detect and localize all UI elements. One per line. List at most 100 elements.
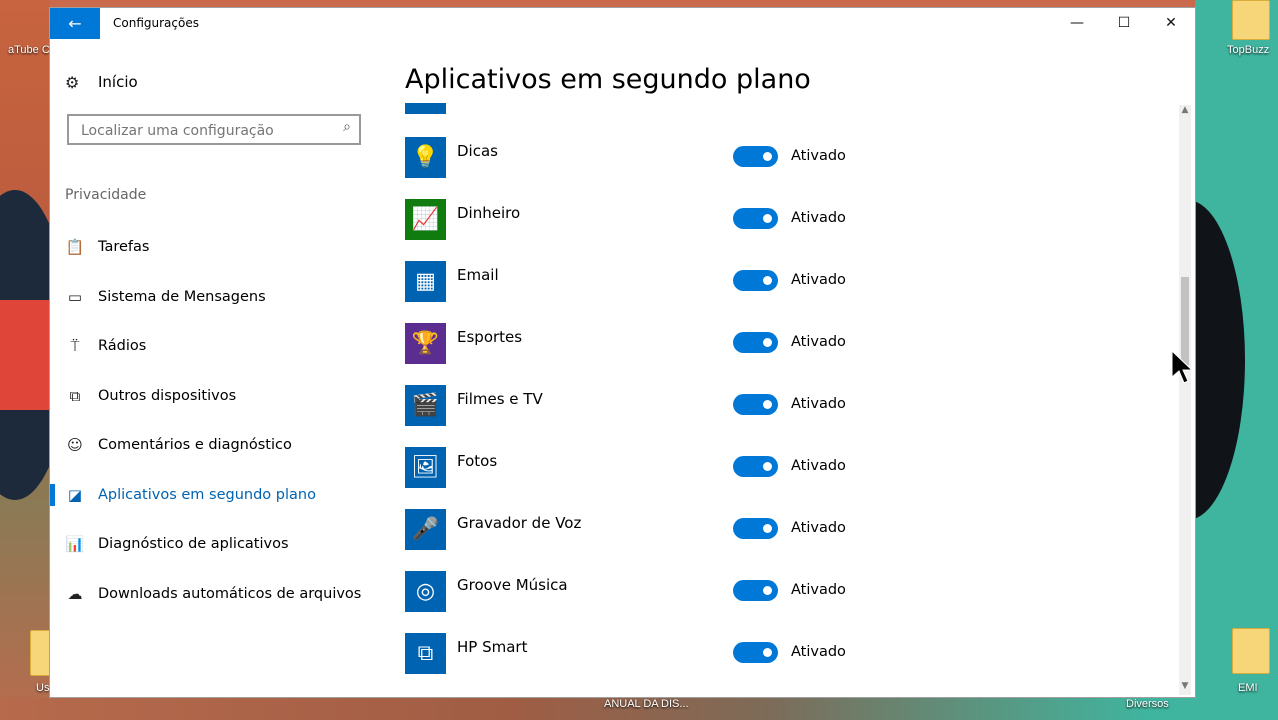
list-item: 🏆 Esportes Ativado — [405, 323, 1165, 373]
list-item: 🎤 Gravador de Voz Ativado — [405, 509, 1165, 559]
close-button[interactable]: ✕ — [1147, 8, 1195, 39]
desktop-folder-icon[interactable] — [1232, 0, 1270, 40]
scroll-up-icon[interactable]: ▲ — [1179, 105, 1191, 119]
app-name: Gravador de Voz — [457, 514, 582, 532]
sidebar-item-label: Downloads automáticos de arquivos — [98, 586, 362, 602]
toggle-switch[interactable] — [733, 394, 778, 415]
list-item: 🖼 Fotos Ativado — [405, 447, 1165, 497]
music-disc-icon: ◎ — [405, 571, 446, 612]
background-apps-icon: ◪ — [67, 486, 83, 504]
sidebar-item-tarefas[interactable]: 📋 Tarefas — [50, 230, 390, 264]
partial-app-icon — [405, 103, 446, 114]
list-item: ◎ Groove Música Ativado — [405, 571, 1165, 621]
toggle-state: Ativado — [791, 210, 846, 226]
search-input[interactable] — [79, 120, 333, 142]
maximize-icon: ☐ — [1117, 15, 1131, 31]
sidebar-item-label: Tarefas — [98, 239, 150, 255]
search-box[interactable]: ⌕ — [67, 114, 361, 145]
desktop-icon-label: Diversos — [1126, 698, 1169, 710]
toggle-state: Ativado — [791, 396, 846, 412]
toggle-state: Ativado — [791, 334, 846, 350]
toggle-state: Ativado — [791, 272, 846, 288]
money-chart-icon: 📈 — [405, 199, 446, 240]
calendar-mail-icon: ▦ — [405, 261, 446, 302]
desktop-icon-label: aTube C — [8, 44, 50, 56]
desktop-folder-icon[interactable] — [1232, 628, 1270, 674]
sidebar-item-label: Sistema de Mensagens — [98, 289, 266, 305]
clapperboard-icon: 🎬 — [405, 385, 446, 426]
settings-window: ← Configurações — ☐ ✕ ⚙ Início ⌕ Privaci… — [50, 8, 1195, 697]
desktop-icon-label: EMI — [1238, 682, 1258, 694]
toggle-state: Ativado — [791, 644, 846, 660]
section-title: Privacidade — [65, 187, 147, 203]
app-name: Email — [457, 266, 499, 284]
toggle-switch[interactable] — [733, 518, 778, 539]
sidebar-item-label: Outros dispositivos — [98, 388, 237, 404]
sidebar-item-downloads[interactable]: ☁ Downloads automáticos de arquivos — [50, 577, 390, 611]
list-item: 📈 Dinheiro Ativado — [405, 199, 1165, 249]
page-title: Aplicativos em segundo plano — [405, 64, 811, 95]
desktop-icon-label: TopBuzz — [1227, 44, 1270, 56]
active-indicator — [50, 484, 55, 506]
chart-icon: 📊 — [65, 535, 85, 553]
photo-icon: 🖼 — [405, 447, 446, 488]
radio-tower-icon: ⍡ — [70, 337, 80, 355]
home-link[interactable]: ⚙ Início — [65, 72, 138, 92]
sidebar-item-comentarios[interactable]: ☺ Comentários e diagnóstico — [50, 428, 390, 462]
sidebar-item-label: Aplicativos em segundo plano — [98, 487, 316, 503]
sidebar-item-background-apps[interactable]: ◪ Aplicativos em segundo plano — [50, 478, 390, 512]
toggle-state: Ativado — [791, 458, 846, 474]
toggle-switch[interactable] — [733, 642, 778, 663]
back-button[interactable]: ← — [50, 8, 100, 39]
gear-icon: ⚙ — [65, 72, 80, 92]
toggle-switch[interactable] — [733, 270, 778, 291]
close-icon: ✕ — [1165, 15, 1177, 31]
minimize-icon: — — [1070, 15, 1084, 31]
maximize-button[interactable]: ☐ — [1100, 8, 1148, 39]
app-name: Esportes — [457, 328, 523, 346]
toggle-switch[interactable] — [733, 580, 778, 601]
desktop-folder-icon[interactable] — [30, 630, 52, 676]
sidebar-item-radios[interactable]: ⍡ Rádios — [50, 329, 390, 363]
app-name: Groove Música — [457, 576, 568, 594]
app-name: Fotos — [457, 452, 498, 470]
scroll-down-icon[interactable]: ▼ — [1179, 681, 1191, 695]
message-icon: ▭ — [67, 288, 83, 306]
microphone-icon: 🎤 — [405, 509, 446, 550]
search-icon[interactable]: ⌕ — [343, 119, 351, 135]
sidebar-item-label: Diagnóstico de aplicativos — [98, 536, 289, 552]
list-item: 💡 Dicas Ativado — [405, 137, 1165, 187]
app-name: Filmes e TV — [457, 390, 543, 408]
back-arrow-icon: ← — [68, 14, 82, 33]
devices-icon: ⧉ — [69, 387, 81, 405]
title-bar: ← Configurações — ☐ ✕ — [50, 8, 1195, 39]
clipboard-icon: 📋 — [65, 238, 85, 256]
list-item: ⧉ HP Smart Ativado — [405, 633, 1165, 683]
home-label: Início — [98, 73, 138, 91]
printer-devices-icon: ⧉ — [405, 633, 446, 674]
toggle-state: Ativado — [791, 582, 846, 598]
app-name: Dicas — [457, 142, 498, 160]
toggle-switch[interactable] — [733, 456, 778, 477]
list-item: ▦ Email Ativado — [405, 261, 1165, 311]
mouse-cursor-icon — [1171, 350, 1194, 384]
toggle-switch[interactable] — [733, 332, 778, 353]
scrollbar[interactable]: ▲ ▼ — [1179, 105, 1191, 695]
sidebar-item-mensagens[interactable]: ▭ Sistema de Mensagens — [50, 280, 390, 314]
list-item: 🎬 Filmes e TV Ativado — [405, 385, 1165, 435]
desktop-icon-label: ANUAL DA DIS... — [604, 698, 689, 710]
trophy-icon: 🏆 — [405, 323, 446, 364]
window-title: Configurações — [113, 16, 199, 30]
toggle-switch[interactable] — [733, 208, 778, 229]
toggle-switch[interactable] — [733, 146, 778, 167]
cloud-icon: ☁ — [67, 585, 83, 603]
minimize-button[interactable]: — — [1053, 8, 1101, 39]
lightbulb-icon: 💡 — [405, 137, 446, 178]
sidebar-item-label: Rádios — [98, 338, 147, 354]
feedback-icon: ☺ — [67, 436, 83, 454]
desktop-icon-label: Us — [36, 682, 50, 694]
desktop-wallpaper-shape-red — [0, 300, 50, 410]
sidebar-item-diagnostico-apps[interactable]: 📊 Diagnóstico de aplicativos — [50, 527, 390, 561]
app-list: 💡 Dicas Ativado 📈 Dinheiro Ativado ▦ Ema… — [405, 103, 1165, 697]
sidebar-item-outros-dispositivos[interactable]: ⧉ Outros dispositivos — [50, 379, 390, 413]
